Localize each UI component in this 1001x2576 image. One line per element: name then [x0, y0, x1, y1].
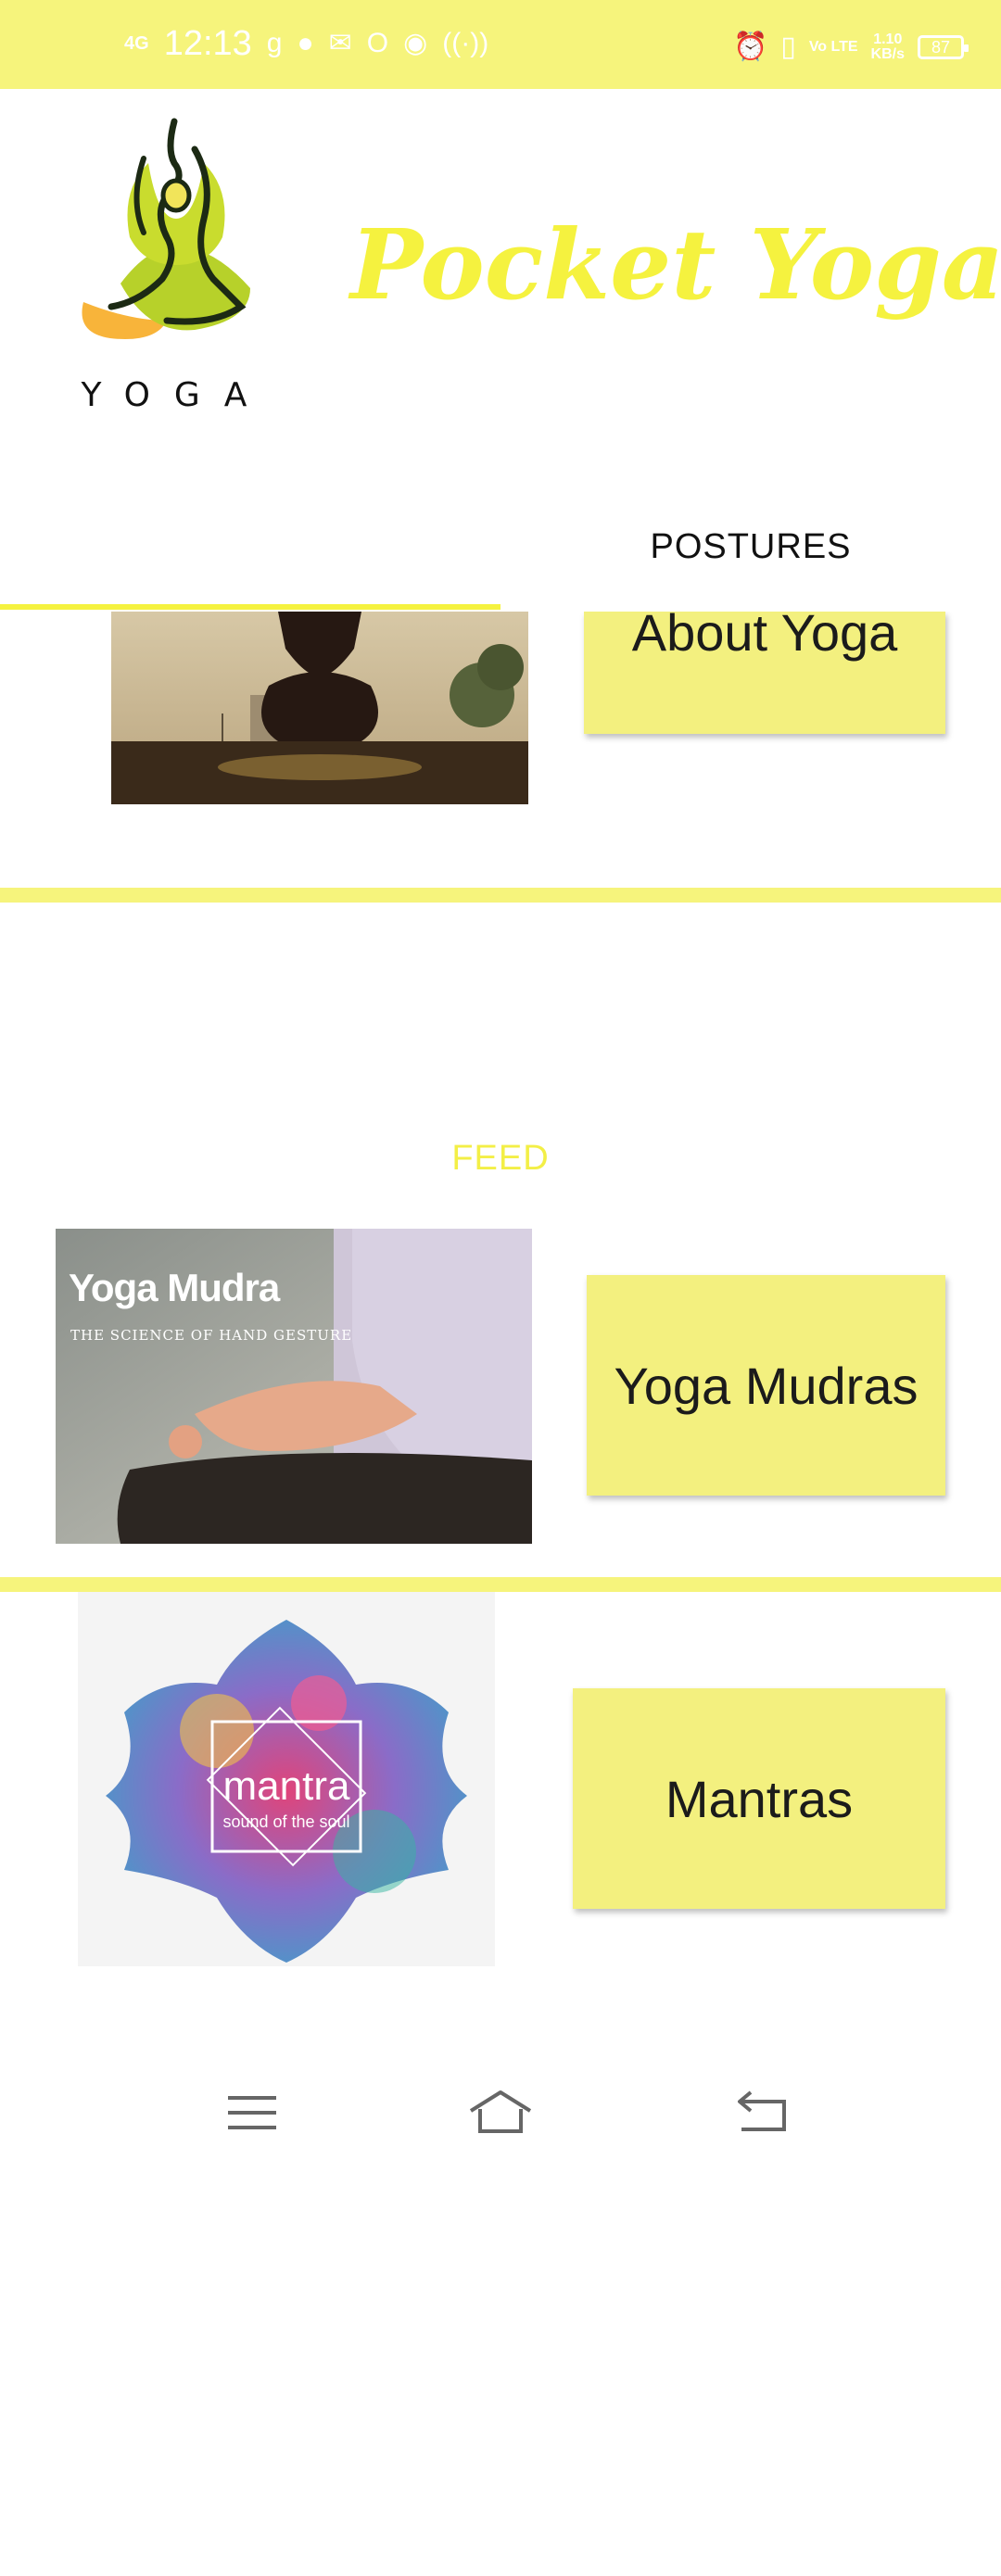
feed-list[interactable]: About Yoga Yoga Mudra THE SCIENCE OF HAN…	[0, 612, 1001, 2076]
yoga-logo: YOGA	[56, 107, 297, 423]
app-header: YOGA Pocket Yoga	[0, 89, 1001, 460]
home-icon	[469, 2090, 532, 2133]
record-icon: ◉	[403, 28, 428, 58]
mantras-button[interactable]: Mantras	[573, 1688, 945, 1909]
yoga-mudras-label: Yoga Mudras	[614, 1356, 919, 1415]
logo-text: YOGA	[81, 376, 272, 414]
mail-icon: ✉	[328, 28, 352, 58]
clock: 12:13	[163, 24, 252, 63]
opera-icon: O	[366, 28, 389, 58]
g-app-icon: g	[266, 28, 283, 58]
divider	[0, 888, 1001, 903]
back-icon	[738, 2090, 786, 2131]
about-yoga-label: About Yoga	[631, 612, 898, 662]
image-title: Yoga Mudra	[69, 1266, 280, 1309]
chat-icon: ●	[297, 28, 314, 58]
app-title: Pocket Yoga	[350, 208, 1001, 322]
meditation-figure-icon	[82, 118, 250, 339]
list-item: About Yoga	[0, 612, 1001, 888]
hotspot-icon: ((·))	[442, 28, 489, 58]
system-nav-bar	[0, 2057, 1001, 2168]
menu-nav-button[interactable]	[217, 2085, 291, 2140]
list-item: mantra sound of the soul Mantras	[0, 1592, 1001, 2076]
network-type: 4G	[124, 33, 149, 54]
back-nav-button[interactable]	[729, 2085, 803, 2140]
mantra-image[interactable]: mantra sound of the soul	[78, 1592, 495, 1966]
image-title: mantra	[222, 1763, 350, 1809]
image-subtitle: sound of the soul	[222, 1812, 350, 1831]
tab-bar: FEED POSTURES	[0, 500, 1001, 1178]
image-subtitle: THE SCIENCE OF HAND GESTURE	[70, 1327, 353, 1344]
divider	[0, 1577, 1001, 1592]
tab-postures[interactable]: POSTURES	[500, 500, 1001, 612]
tab-indicator	[0, 604, 500, 610]
mantras-label: Mantras	[665, 1769, 854, 1828]
vibrate-icon: ▯	[780, 32, 796, 62]
battery-level: 87	[931, 37, 951, 57]
volte-label: Vo LTE	[808, 39, 858, 55]
home-nav-button[interactable]	[465, 2085, 539, 2140]
about-yoga-button[interactable]: About Yoga	[584, 612, 945, 734]
yoga-mudra-image[interactable]: Yoga Mudra THE SCIENCE OF HAND GESTURE	[56, 1229, 532, 1544]
about-yoga-image[interactable]	[111, 612, 528, 804]
battery-icon: 87	[918, 35, 969, 59]
status-left: 4G 12:13 g ● ✉ O ◉ ((·))	[124, 20, 488, 67]
alarm-icon: ⏰	[732, 32, 768, 62]
network-speed: 1.10 KB/s	[870, 32, 905, 62]
status-right: ⏰ ▯ Vo LTE 1.10 KB/s 87	[732, 24, 969, 70]
menu-icon	[228, 2096, 276, 2129]
yoga-mudras-button[interactable]: Yoga Mudras	[587, 1275, 945, 1496]
status-bar: 4G 12:13 g ● ✉ O ◉ ((·)) ⏰ ▯ Vo LTE 1.10…	[0, 0, 1001, 89]
list-item: Yoga Mudra THE SCIENCE OF HAND GESTURE Y…	[0, 903, 1001, 1577]
